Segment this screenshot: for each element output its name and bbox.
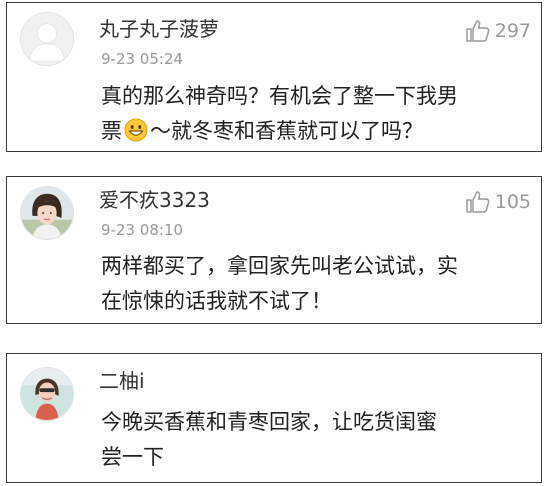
comment-text: 真的那么神奇吗？有机会了整一下我男 票 ～就冬枣和香蕉就可以了吗？ [101, 79, 523, 149]
comment-username[interactable]: 二柚i [99, 369, 145, 393]
comment-line: 今晚买香蕉和青枣回家，让吃货闺蜜 [101, 410, 437, 434]
user-photo-avatar[interactable] [20, 186, 74, 240]
like-count: 297 [494, 20, 531, 42]
like-button[interactable]: 105 [465, 189, 531, 215]
comment-card: 丸子丸子菠萝 9-23 05:24 297 真的那么神奇吗？有机会了整一下我男 … [6, 2, 542, 152]
comment-line: 两样都买了，拿回家先叫老公试试，实 [101, 254, 458, 278]
grinning-face-emoji [124, 118, 148, 142]
comment-text: 两样都买了，拿回家先叫老公试试，实 在惊悚的话我就不试了！ [101, 249, 523, 319]
comment-card: 二柚i 今晚买香蕉和青枣回家，让吃货闺蜜 尝一下 [6, 353, 542, 483]
comment-line: 票 ～就冬枣和香蕉就可以了吗？ [101, 114, 523, 149]
comment-username[interactable]: 丸子丸子菠萝 [99, 17, 219, 41]
user-photo-avatar[interactable] [20, 367, 74, 421]
default-avatar-icon[interactable] [20, 12, 74, 66]
comment-line: 在惊悚的话我就不试了！ [101, 289, 332, 313]
comment-fragment: 票 [101, 119, 122, 143]
like-count: 105 [494, 191, 531, 213]
thumbs-up-icon [465, 191, 490, 213]
comment-line: 尝一下 [101, 445, 164, 469]
comment-line: 真的那么神奇吗？有机会了整一下我男 [101, 84, 458, 108]
comment-text: 今晚买香蕉和青枣回家，让吃货闺蜜 尝一下 [101, 405, 523, 475]
comment-username[interactable]: 爱不疚3323 [99, 188, 210, 212]
comment-timestamp: 9-23 08:10 [101, 221, 184, 239]
comment-card: 爱不疚3323 9-23 08:10 105 两样都买了，拿回家先叫老公试试，实… [6, 176, 542, 324]
comment-fragment: ～就冬枣和香蕉就可以了吗？ [150, 119, 423, 143]
thumbs-up-icon [465, 20, 490, 42]
like-button[interactable]: 297 [465, 18, 531, 44]
comment-timestamp: 9-23 05:24 [101, 50, 184, 68]
